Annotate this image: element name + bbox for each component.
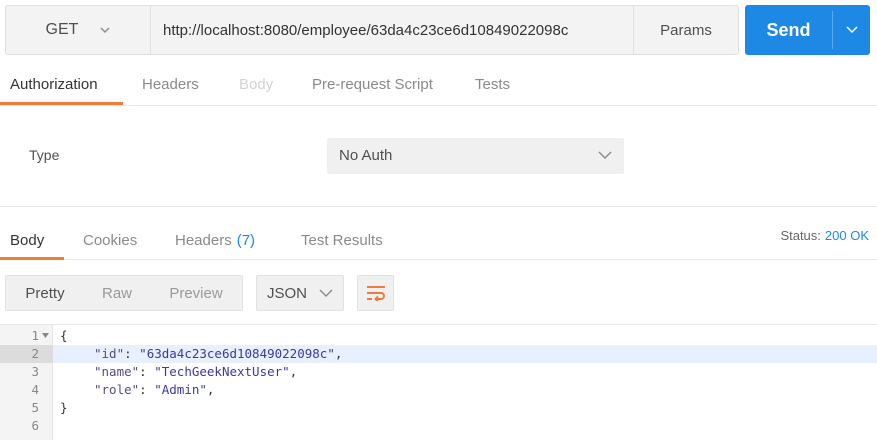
tab-test-results[interactable]: Test Results — [301, 220, 383, 260]
json-key: "id" — [94, 346, 125, 361]
active-response-tab-indicator — [0, 257, 64, 260]
code-text: { — [60, 328, 68, 343]
tab-response-body[interactable]: Body — [10, 220, 44, 260]
headers-count-badge: (7) — [236, 231, 256, 249]
line-number: 5 — [31, 400, 39, 415]
wrap-lines-icon — [366, 286, 385, 301]
active-tab-indicator — [0, 102, 123, 105]
json-value: "63da4c23ce6d10849022098c" — [139, 346, 335, 361]
line-number: 2 — [31, 346, 39, 361]
line-number-cell: 5 — [0, 399, 53, 417]
code-line: 2 "id": "63da4c23ce6d10849022098c", — [0, 345, 877, 363]
code-line: 4 "role": "Admin", — [0, 381, 877, 399]
chevron-down-icon — [100, 27, 110, 33]
request-bar: GET Params — [5, 5, 739, 55]
line-number-cell: 6 — [0, 417, 53, 435]
line-number: 4 — [31, 382, 39, 397]
code-line: 5 } — [0, 399, 877, 417]
line-number: 3 — [31, 364, 39, 379]
json-value: "Admin" — [154, 382, 207, 397]
json-separator: : — [124, 346, 140, 361]
line-number: 1 — [31, 328, 39, 343]
status-value: 200 OK — [824, 228, 869, 243]
auth-type-value: No Auth — [339, 147, 393, 164]
send-dropdown-button[interactable] — [833, 5, 870, 55]
tab-response-headers[interactable]: Headers (7) — [175, 220, 255, 260]
code-text: "name": "TechGeekNextUser", — [94, 364, 297, 379]
json-comma: , — [206, 382, 215, 397]
json-separator: : — [139, 382, 155, 397]
auth-type-select[interactable]: No Auth — [327, 138, 624, 174]
pretty-button[interactable]: Pretty — [6, 276, 84, 310]
url-input[interactable] — [152, 6, 632, 54]
line-number: 6 — [31, 418, 39, 433]
code-line: 6 — [0, 417, 877, 435]
method-select[interactable]: GET — [6, 6, 151, 54]
tab-body[interactable]: Body — [239, 62, 273, 106]
params-button[interactable]: Params — [633, 6, 738, 54]
tab-authorization[interactable]: Authorization — [10, 62, 98, 106]
tab-cookies[interactable]: Cookies — [83, 220, 137, 260]
auth-type-label: Type — [29, 147, 60, 163]
send-button[interactable]: Send — [745, 5, 870, 55]
json-key: "name" — [94, 364, 140, 379]
json-comma: , — [334, 346, 343, 361]
json-comma: , — [289, 364, 298, 379]
response-status: Status: 200 OK — [780, 228, 869, 243]
raw-button[interactable]: Raw — [84, 276, 150, 310]
fold-arrow-icon[interactable] — [42, 333, 49, 338]
response-tabs: Body Cookies Headers (7) Test Results St… — [0, 220, 877, 260]
line-number-cell: 2 — [0, 345, 53, 363]
response-body-editor[interactable]: 1 { 2 "id": "63da4c23ce6d10849022098c", … — [0, 324, 877, 440]
wrap-lines-button[interactable] — [357, 275, 394, 311]
tab-headers[interactable]: Headers — [142, 62, 199, 106]
json-separator: : — [139, 364, 155, 379]
code-text: "id": "63da4c23ce6d10849022098c", — [94, 346, 342, 361]
view-mode-group: Pretty Raw Preview — [5, 275, 243, 311]
format-select[interactable]: JSON — [256, 275, 344, 311]
line-number-cell: 1 — [0, 327, 53, 345]
line-number-cell: 3 — [0, 363, 53, 381]
json-key: "role" — [94, 382, 140, 397]
status-label: Status: — [780, 228, 821, 243]
code-text: "role": "Admin", — [94, 382, 214, 397]
preview-button[interactable]: Preview — [150, 276, 242, 310]
chevron-down-icon — [319, 289, 333, 297]
code-line: 3 "name": "TechGeekNextUser", — [0, 363, 877, 381]
request-tabs: Authorization Headers Body Pre-request S… — [0, 62, 877, 106]
code-line: 1 { — [0, 327, 877, 345]
format-value: JSON — [266, 284, 307, 302]
method-label: GET — [45, 21, 79, 38]
tab-pre-request-script[interactable]: Pre-request Script — [312, 62, 433, 106]
tab-response-headers-label: Headers — [175, 231, 232, 249]
tab-tests[interactable]: Tests — [475, 62, 510, 106]
section-divider — [0, 206, 877, 207]
chevron-down-icon — [598, 151, 612, 159]
line-number-cell: 4 — [0, 381, 53, 399]
json-value: "TechGeekNextUser" — [154, 364, 290, 379]
code-text: } — [60, 400, 68, 415]
chevron-down-icon — [845, 26, 858, 34]
send-label: Send — [766, 19, 811, 40]
